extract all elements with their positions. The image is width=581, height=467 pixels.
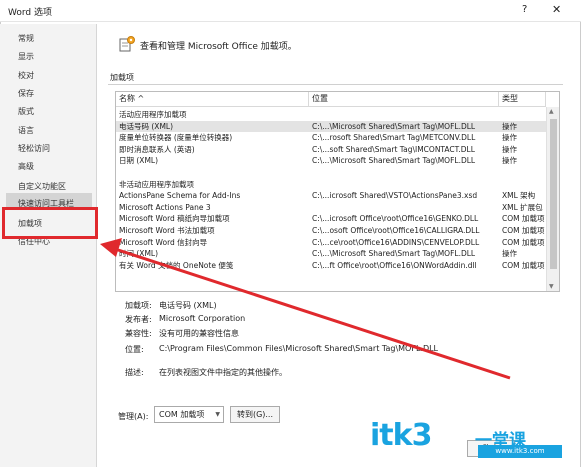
row-location: C:\...\Microsoft Shared\Smart Tag\MOFL.D… <box>312 156 476 166</box>
close-icon[interactable]: ✕ <box>552 3 561 16</box>
annotation-highlight-box <box>2 207 98 239</box>
row-location: C:\...ft Office\root\Office16\ONWordAddi… <box>312 260 477 270</box>
table-row[interactable]: 时间 (XML) C:\...\Microsoft Shared\Smart Ta… <box>116 248 546 259</box>
table-row[interactable]: Microsoft Word 稿纸向导加载项 C:\...icrosoft Off… <box>116 213 546 224</box>
row-type: COM 加载项 <box>502 260 545 270</box>
row-location: C:\...\Microsoft Shared\Smart Tag\MOFL.D… <box>312 249 476 259</box>
table-row[interactable]: Microsoft Word 信封向导 C:\...ce\root\Office1… <box>116 237 546 248</box>
sidebar-item[interactable]: 校对 <box>18 70 34 81</box>
table-row[interactable]: Microsoft Actions Pane 3 XML 扩展包 <box>116 202 546 213</box>
sidebar-item[interactable]: 版式 <box>18 106 34 117</box>
row-type: COM 加载项 <box>502 214 545 224</box>
help-icon[interactable]: ? <box>522 4 527 15</box>
row-type: COM 加载项 <box>502 226 545 235</box>
row-type: 操作 <box>502 144 517 154</box>
list-group-header: 非活动应用程序加载项 <box>116 179 546 190</box>
row-name: ActionsPane Schema for Add-Ins <box>119 191 241 201</box>
row-type: 操作 <box>502 133 517 143</box>
row-type: COM 加载项 <box>502 237 545 247</box>
sidebar-item[interactable]: 常规 <box>18 33 34 44</box>
detail-addin-value: 电话号码 (XML) <box>159 301 217 310</box>
row-location: C:\...icrosoft Shared\VSTO\ActionsPane3.… <box>312 191 478 201</box>
manage-label: 管理(A): <box>118 412 149 421</box>
detail-location-value: C:\Program Files\Common Files\Microsoft … <box>159 344 439 353</box>
detail-desc-label: 描述: <box>125 368 144 377</box>
detail-publisher-value: Microsoft Corporation <box>159 314 246 323</box>
row-name: 电话号码 (XML) <box>119 121 174 131</box>
table-row <box>116 167 546 178</box>
detail-addin-label: 加载项: <box>125 301 152 310</box>
chevron-down-icon: ▼ <box>215 411 220 418</box>
list-group-header: 活动应用程序加载项 <box>116 109 546 120</box>
detail-compat-label: 兼容性: <box>125 329 152 338</box>
row-location: C:\...soft Shared\Smart Tag\IMCONTACT.DL… <box>312 144 475 154</box>
row-location: C:\...icrosoft Office\root\Office16\GENK… <box>312 214 479 224</box>
row-name: Microsoft Actions Pane 3 <box>119 202 211 212</box>
row-name: 即时消息联系人 (英语) <box>119 144 195 154</box>
row-name: Microsoft Word 书法加载项 <box>119 226 215 235</box>
table-row[interactable]: 即时消息联系人 (英语) C:\...soft Shared\Smart Tag\… <box>116 144 546 155</box>
manage-select-value: COM 加载项 <box>159 410 205 419</box>
detail-location-label: 位置: <box>125 345 144 354</box>
addins-gear-icon <box>118 35 136 55</box>
list-scrollbar[interactable]: ▲ ▼ <box>546 107 559 291</box>
row-location: C:\...rosoft Shared\Smart Tag\METCONV.DL… <box>312 133 476 143</box>
section-divider <box>108 84 563 85</box>
scroll-thumb[interactable] <box>550 119 557 269</box>
row-name: Microsoft Word 稿纸向导加载项 <box>119 214 230 224</box>
sidebar-item[interactable]: 保存 <box>18 88 34 99</box>
manage-select[interactable]: COM 加载项 ▼ <box>154 406 224 423</box>
row-location: C:\...ce\root\Office16\ADDINS\CENVELOP.D… <box>312 237 480 247</box>
sidebar-item[interactable]: 语言 <box>18 125 34 136</box>
row-name: 度量单位转换器 (度量单位转换器) <box>119 133 233 143</box>
column-header-name[interactable]: 名称 ^ <box>116 92 309 107</box>
row-type: 操作 <box>502 249 517 259</box>
table-row[interactable]: 日期 (XML) C:\...\Microsoft Shared\Smart Ta… <box>116 155 546 166</box>
watermark-url: www.itk3.com <box>478 445 562 458</box>
row-type: XML 扩展包 <box>502 202 543 212</box>
row-name: 非活动应用程序加载项 <box>119 179 194 189</box>
table-row[interactable]: 度量单位转换器 (度量单位转换器) C:\...rosoft Shared\Sma… <box>116 132 546 143</box>
sidebar-item[interactable]: 显示 <box>18 51 34 62</box>
section-label: 加载项 <box>110 72 134 83</box>
go-button[interactable]: 转到(G)... <box>230 406 280 423</box>
row-type: 操作 <box>502 121 517 131</box>
row-name: 时间 (XML) <box>119 249 159 259</box>
table-row[interactable]: Microsoft Word 书法加载项 C:\...osoft Office\r… <box>116 225 546 236</box>
watermark-logo: itk3 <box>370 418 432 453</box>
column-header-location[interactable]: 位置 <box>309 92 499 107</box>
row-name: 活动应用程序加载项 <box>119 110 187 119</box>
page-header: 查看和管理 Microsoft Office 加载项。 <box>140 42 297 52</box>
scroll-up-icon[interactable]: ▲ <box>549 108 554 115</box>
row-name: 有关 Word 文档的 OneNote 便笺 <box>119 260 234 270</box>
row-type: XML 架构 <box>502 191 536 201</box>
table-row[interactable]: 电话号码 (XML) C:\...\Microsoft Shared\Smart … <box>116 120 546 132</box>
scroll-down-icon[interactable]: ▼ <box>549 283 554 290</box>
sidebar-item[interactable]: 自定义功能区 <box>18 181 66 192</box>
table-row[interactable]: 有关 Word 文档的 OneNote 便笺 C:\...ft Office\ro… <box>116 260 546 271</box>
row-name: Microsoft Word 信封向导 <box>119 237 208 247</box>
row-type: 操作 <box>502 156 517 166</box>
table-row[interactable]: ActionsPane Schema for Add-Ins C:\...icro… <box>116 190 546 201</box>
sidebar-item[interactable]: 轻松访问 <box>18 143 50 154</box>
row-location: C:\...\Microsoft Shared\Smart Tag\MOFL.D… <box>312 121 476 131</box>
window-title: Word 选项 <box>8 8 52 18</box>
detail-publisher-label: 发布者: <box>125 315 152 324</box>
sidebar-item[interactable]: 高级 <box>18 161 34 172</box>
detail-desc-value: 在列表视图文件中指定的其他操作。 <box>159 368 287 377</box>
detail-compat-value: 没有可用的兼容性信息 <box>159 329 239 338</box>
column-header-type[interactable]: 类型 <box>499 92 546 107</box>
row-name: 日期 (XML) <box>119 156 159 166</box>
addins-list[interactable]: 名称 ^ 位置 类型 活动应用程序加载项 电话号码 (XML) C:\...\Mic… <box>115 91 560 292</box>
row-location: C:\...osoft Office\root\Office16\CALLIGR… <box>312 226 480 235</box>
title-bar: Word 选项 ? ✕ <box>0 0 581 22</box>
